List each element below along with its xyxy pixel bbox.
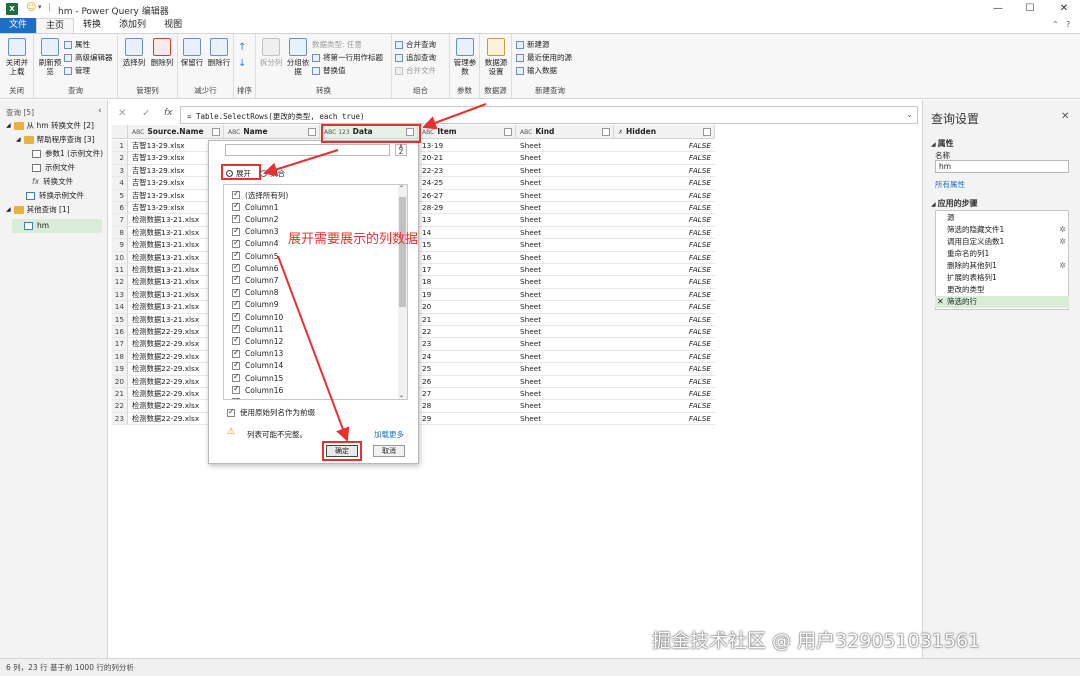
- applied-step[interactable]: 删除的其他列1 ✲: [935, 260, 1069, 272]
- query-name-input[interactable]: hm: [935, 160, 1069, 173]
- collapse-arrow-icon: ◢: [931, 201, 936, 208]
- applied-step[interactable]: 源: [935, 212, 1069, 224]
- step-label: 筛选的隐藏文件1: [947, 225, 1005, 234]
- arrow-to-expand-radio: [263, 149, 339, 177]
- settings-title: 查询设置: [931, 112, 980, 126]
- step-label: 删除的其他列1: [947, 261, 997, 270]
- status-row-count: 6 列，23 行: [6, 663, 48, 672]
- close-settings-icon[interactable]: ✕: [1061, 111, 1069, 122]
- applied-steps-header: ◢ 应用的步骤: [931, 199, 978, 208]
- applied-step[interactable]: 筛选的行 ✕: [935, 296, 1069, 308]
- applied-step[interactable]: 筛选的隐藏文件1 ✲: [935, 224, 1069, 236]
- applied-step[interactable]: 调用自定义函数1 ✲: [935, 236, 1069, 248]
- step-label: 扩展的表格列1: [947, 273, 997, 282]
- step-settings-gear-icon[interactable]: ✲: [1059, 236, 1066, 248]
- applied-step[interactable]: 扩展的表格列1: [935, 272, 1069, 284]
- arrow-to-expand-button: [422, 103, 487, 130]
- delete-step-icon[interactable]: ✕: [937, 296, 944, 308]
- step-label: 更改的类型: [947, 285, 985, 294]
- annotation-arrows: [263, 103, 487, 442]
- step-label: 筛选的行: [947, 297, 977, 306]
- applied-step[interactable]: 更改的类型: [935, 284, 1069, 296]
- step-settings-gear-icon[interactable]: ✲: [1059, 224, 1066, 236]
- watermark: 掘金技术社区 @ 用户329051031561: [652, 630, 981, 652]
- status-bar: 6 列，23 行 基于前 1000 行的列分析: [0, 658, 1080, 676]
- status-profiling: 基于前 1000 行的列分析: [50, 663, 134, 672]
- applied-step[interactable]: 重命名的列1: [935, 248, 1069, 260]
- arrow-to-ok-button: [277, 255, 350, 442]
- step-label: 源: [947, 213, 955, 222]
- query-settings-pane: 查询设置 ✕ ◢ 属性 名称 hm 所有属性 ◢ 应用的步骤 源筛选的隐藏文件1 ✲ 调…: [922, 100, 1080, 658]
- step-label: 重命名的列1: [947, 249, 990, 258]
- step-label: 调用自定义函数1: [947, 237, 1005, 246]
- annotation-data-column-box: [321, 124, 421, 143]
- properties-header: ◢ 属性: [931, 139, 954, 148]
- all-properties-link[interactable]: 所有属性: [935, 179, 965, 190]
- step-settings-gear-icon[interactable]: ✲: [1059, 260, 1066, 272]
- collapse-arrow-icon: ◢: [931, 141, 936, 148]
